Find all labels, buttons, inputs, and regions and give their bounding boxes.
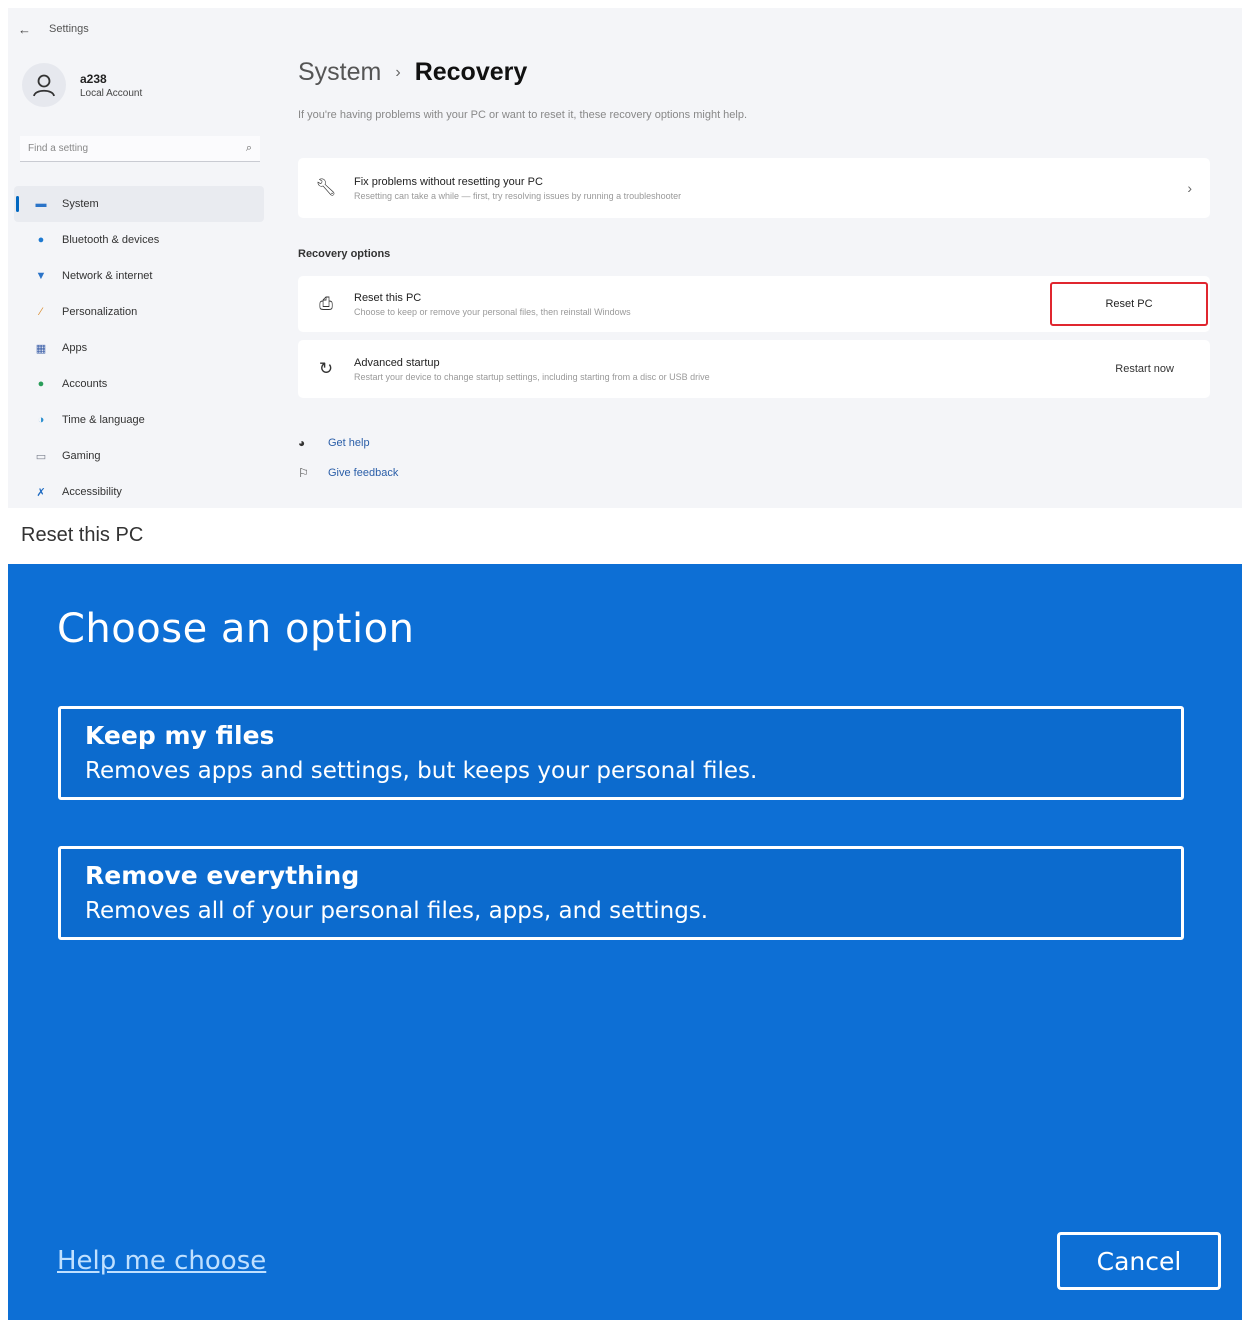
sidebar-item-apps[interactable]: ▦ Apps [14, 330, 264, 366]
give-feedback-link[interactable]: ⚐ Give feedback [298, 458, 398, 488]
chevron-right-icon: › [1187, 180, 1192, 196]
search-input[interactable]: Find a setting ⌕ [20, 136, 260, 162]
fix-card-desc: Resetting can take a while — first, try … [354, 190, 682, 201]
option-title: Keep my files [85, 721, 275, 750]
fix-card-title: Fix problems without resetting your PC [354, 175, 543, 188]
get-help-link[interactable]: ◕ Get help [298, 428, 398, 458]
reset-dialog: Choose an option Keep my files Removes a… [8, 564, 1242, 1320]
dialog-title: Choose an option [57, 606, 415, 652]
section-label: Recovery options [298, 248, 391, 260]
feedback-icon: ⚐ [298, 466, 309, 480]
option-desc: Removes all of your personal files, apps… [85, 898, 709, 924]
globe-icon: ◑ [37, 414, 45, 426]
wrench-icon: 🔧︎ [315, 178, 337, 197]
restart-icon: ↻ [318, 359, 334, 378]
reset-pc-button[interactable]: Reset PC [1050, 282, 1208, 326]
sidebar-item-gaming[interactable]: ▭ Gaming [14, 438, 264, 474]
sidebar-item-label: Apps [62, 342, 88, 354]
sidebar-item-personalization[interactable]: ⁄ Personalization [14, 294, 264, 330]
sidebar-item-label: Gaming [62, 450, 101, 462]
option-desc: Removes apps and settings, but keeps you… [85, 758, 758, 784]
sidebar-item-label: Time & language [62, 414, 145, 426]
breadcrumb-separator: › [395, 63, 401, 81]
remove-everything-option[interactable]: Remove everything Removes all of your pe… [58, 846, 1184, 940]
page-title: Recovery [414, 58, 528, 86]
breadcrumb: System › Recovery [298, 58, 527, 87]
give-feedback-label: Give feedback [328, 467, 399, 479]
sidebar-item-bluetooth-devices[interactable]: ● Bluetooth & devices [14, 222, 264, 258]
keep-my-files-option[interactable]: Keep my files Removes apps and settings,… [58, 706, 1184, 800]
window-title: Settings [49, 23, 89, 35]
reset-icon: ⎙ [319, 294, 333, 313]
sidebar-item-label: Accounts [62, 378, 108, 390]
advanced-card-desc: Restart your device to change startup se… [354, 371, 710, 382]
advanced-card-title: Advanced startup [354, 356, 440, 369]
sidebar-item-time-language[interactable]: ◑ Time & language [14, 402, 264, 438]
sidebar-item-label: Personalization [62, 306, 138, 318]
main-content: System › Recovery If you're having probl… [298, 8, 1228, 508]
restart-now-button[interactable]: Restart now [1115, 363, 1174, 375]
user-profile[interactable]: a238 Local Account [22, 63, 142, 107]
sidebar-item-label: System [62, 198, 99, 210]
help-icon: ◕ [298, 436, 306, 450]
back-arrow-icon[interactable]: ← [18, 22, 31, 37]
sidebar-item-accessibility[interactable]: ✗ Accessibility [14, 474, 264, 510]
reset-pc-card: ⎙ Reset this PC Choose to keep or remove… [298, 276, 1210, 332]
search-placeholder: Find a setting [28, 143, 89, 154]
reset-card-desc: Choose to keep or remove your personal f… [354, 306, 631, 317]
accessibility-icon: ✗ [36, 486, 46, 499]
sidebar-nav: ▬ System ● Bluetooth & devices ▼ Network & in… [14, 186, 264, 510]
cancel-button[interactable]: Cancel [1057, 1232, 1221, 1290]
sidebar-item-label: Network & internet [62, 270, 153, 282]
person-icon: ● [37, 378, 45, 390]
sidebar-item-system[interactable]: ▬ System [14, 186, 264, 222]
brush-icon: ⁄ [40, 306, 42, 318]
help-links: ◕ Get help ⚐ Give feedback [298, 428, 398, 488]
profile-account-type: Local Account [80, 87, 143, 99]
sidebar-item-network-internet[interactable]: ▼ Network & internet [14, 258, 264, 294]
sidebar-item-label: Bluetooth & devices [62, 234, 160, 246]
help-me-choose-link[interactable]: Help me choose [57, 1246, 266, 1276]
avatar [22, 63, 66, 107]
reset-card-title: Reset this PC [354, 291, 422, 304]
sidebar-item-accounts[interactable]: ● Accounts [14, 366, 264, 402]
section-caption: Reset this PC [21, 524, 144, 546]
wifi-icon: ▼ [35, 270, 47, 282]
apps-icon: ▦ [35, 342, 47, 355]
page-subtitle: If you're having problems with your PC o… [298, 109, 748, 121]
search-icon[interactable]: ⌕ [246, 142, 252, 155]
titlebar: ← Settings [18, 20, 89, 38]
gamepad-icon: ▭ [35, 450, 47, 463]
profile-name: a238 [80, 71, 107, 86]
option-title: Remove everything [85, 861, 360, 890]
bluetooth-icon: ● [37, 234, 45, 246]
get-help-label: Get help [328, 437, 370, 449]
sidebar-item-label: Accessibility [62, 486, 122, 498]
breadcrumb-parent[interactable]: System [298, 58, 381, 87]
settings-window: ← Settings a238 Local Account Find a set… [8, 8, 1242, 508]
advanced-startup-card: ↻ Advanced startup Restart your device t… [298, 340, 1210, 398]
monitor-icon: ▬ [35, 198, 47, 210]
fix-problems-card[interactable]: 🔧︎ Fix problems without resetting your P… [298, 158, 1210, 218]
user-icon [33, 74, 55, 97]
